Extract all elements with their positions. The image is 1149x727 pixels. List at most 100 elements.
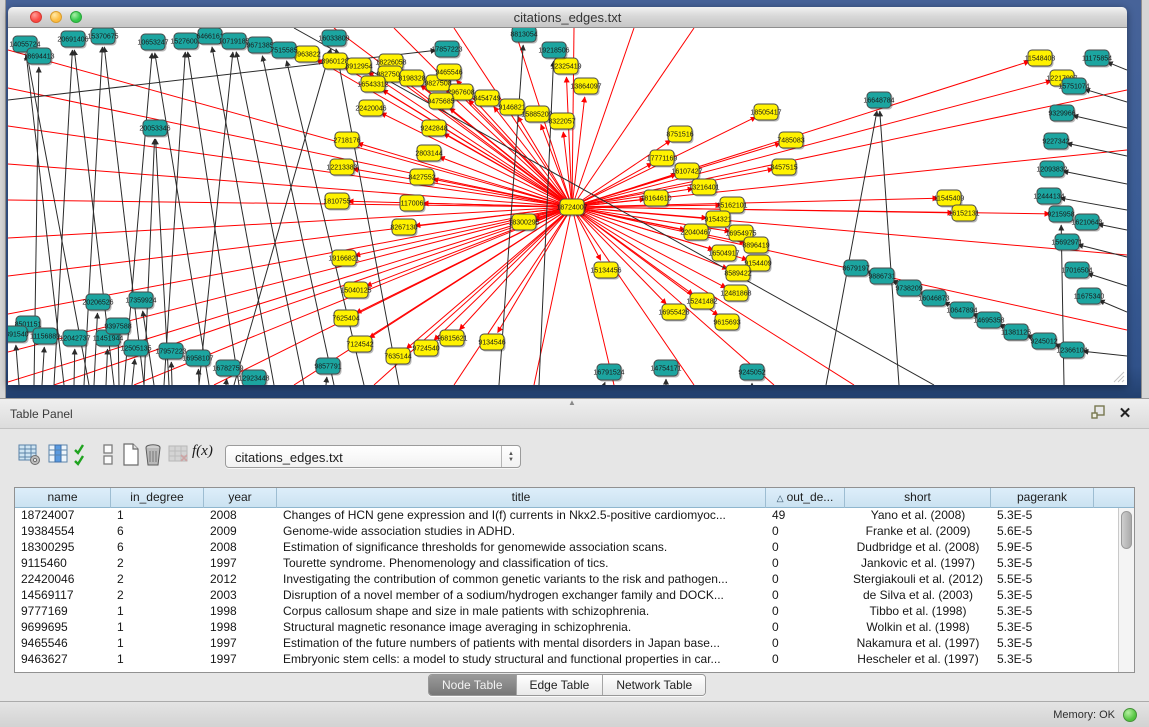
graph-node[interactable]: 17016504 — [1061, 262, 1092, 280]
tab-node-table[interactable]: Node Table — [429, 675, 517, 695]
graph-node[interactable]: 14695358 — [973, 312, 1004, 330]
column-header-pagerank[interactable]: pagerank — [991, 488, 1094, 508]
graph-node[interactable]: 15370675 — [87, 28, 118, 46]
graph-node[interactable]: 7124542 — [346, 336, 373, 354]
tab-network-table[interactable]: Network Table — [603, 675, 705, 695]
graph-node[interactable]: 9242848 — [420, 120, 447, 138]
graph-node[interactable]: 18724007 — [556, 199, 587, 217]
graph-node[interactable]: 16210643 — [1071, 214, 1102, 232]
table-row[interactable]: 1938455462009Genome-wide association stu… — [15, 524, 1118, 540]
graph-node[interactable]: 16815621 — [436, 330, 467, 348]
graph-node[interactable]: 7515585 — [270, 42, 297, 60]
graph-node[interactable]: 18694413 — [23, 48, 54, 66]
graph-node[interactable]: 16504917 — [708, 245, 739, 263]
graph-node[interactable]: 19218506 — [538, 42, 569, 60]
graph-node[interactable]: 8896419 — [742, 237, 769, 255]
graph-node[interactable]: 16543312 — [357, 76, 388, 94]
graph-node[interactable]: 8912954 — [345, 58, 372, 76]
table-panel-header[interactable]: ▲ Table Panel ✕ — [0, 399, 1149, 429]
graph-node[interactable]: 16107427 — [671, 163, 702, 181]
graph-node[interactable]: 15751074 — [1058, 78, 1089, 96]
graph-node[interactable]: 16046873 — [918, 290, 949, 308]
graph-node[interactable]: 9465546 — [435, 64, 462, 82]
graph-node[interactable]: 15134456 — [590, 262, 621, 280]
graph-node[interactable]: 15692971 — [1051, 234, 1082, 252]
graph-node[interactable]: 2803144 — [415, 145, 442, 163]
table-row[interactable]: 946362711997Embryonic stem cells: a mode… — [15, 652, 1118, 668]
graph-node[interactable]: 12093832 — [1036, 161, 1067, 179]
graph-node[interactable]: 16958107 — [182, 350, 213, 368]
graph-node[interactable]: 20053346 — [139, 120, 170, 138]
graph-node[interactable]: 9886731 — [868, 268, 895, 286]
column-header-short[interactable]: short — [845, 488, 991, 508]
graph-node[interactable]: 7625404 — [332, 310, 359, 328]
graph-node[interactable]: 9329966 — [1048, 105, 1075, 123]
graph-node[interactable]: 8198328 — [398, 70, 425, 88]
graph-node[interactable]: 17857223 — [431, 41, 462, 59]
graph-node[interactable]: 16033809 — [318, 30, 349, 48]
graph-node[interactable]: 12505135 — [120, 340, 151, 358]
table-row[interactable]: 2242004622012Investigating the contribut… — [15, 572, 1118, 588]
graph-node[interactable]: 8267130 — [390, 219, 417, 237]
graph-node[interactable]: 22040467 — [680, 224, 711, 242]
scrollbar-thumb[interactable] — [1121, 511, 1132, 549]
graph-node[interactable]: 9397588 — [104, 318, 131, 336]
graph-node[interactable]: 8427552 — [408, 169, 435, 187]
graph-node[interactable]: 12325419 — [550, 58, 581, 76]
graph-node[interactable]: 2718176 — [333, 132, 360, 150]
graph-node[interactable]: 19166821 — [328, 250, 359, 268]
graph-node[interactable]: 15040125 — [340, 282, 371, 300]
select-rows-icon[interactable] — [70, 441, 96, 469]
graph-node[interactable]: 9245012 — [1030, 333, 1057, 351]
table-settings-icon[interactable] — [16, 441, 42, 469]
graph-node[interactable]: 8751516 — [666, 126, 693, 144]
window-titlebar[interactable]: citations_edges.txt — [8, 7, 1127, 28]
graph-node[interactable]: 13216401 — [688, 179, 719, 197]
graph-node[interactable]: 18505417 — [750, 104, 781, 122]
graph-node[interactable]: 20206526 — [82, 294, 113, 312]
table-row[interactable]: 977716911998Corpus callosum shape and si… — [15, 604, 1118, 620]
graph-node[interactable]: 16955428 — [658, 304, 689, 322]
graph-node[interactable]: 9227342 — [1042, 133, 1069, 151]
graph-node[interactable]: 8589422 — [724, 265, 751, 283]
graph-node[interactable]: 9857791 — [314, 358, 341, 376]
table-row[interactable]: 1872400712008Changes of HCN gene express… — [15, 508, 1118, 524]
graph-node[interactable]: 1810755 — [323, 193, 350, 211]
graph-node[interactable]: 7635144 — [384, 348, 411, 366]
network-canvas[interactable]: 1872400779638228960128891295418226058982… — [8, 28, 1127, 385]
graph-node[interactable]: 11156889 — [30, 328, 60, 346]
resize-grip-icon[interactable] — [1113, 371, 1125, 383]
graph-node[interactable]: 13864097 — [570, 78, 601, 96]
table-row[interactable]: 1830029562008Estimation of significance … — [15, 540, 1118, 556]
graph-node[interactable]: 11675340 — [1074, 288, 1105, 306]
graph-node[interactable]: 9154321 — [704, 211, 731, 229]
graph-node[interactable]: 12444134 — [1033, 188, 1064, 206]
graph-node[interactable]: 22420046 — [355, 100, 386, 118]
column-header-in_degree[interactable]: in_degree — [111, 488, 204, 508]
graph-node[interactable]: 9134546 — [478, 334, 505, 352]
close-panel-icon[interactable]: ✕ — [1115, 404, 1135, 424]
function-builder-icon[interactable]: f(x) — [192, 443, 218, 471]
graph-node[interactable]: 12923448 — [238, 370, 269, 385]
graph-node[interactable]: 14754171 — [650, 360, 681, 378]
graph-node[interactable]: 16791524 — [593, 364, 624, 382]
column-header-out_de[interactable]: △out_de... — [766, 488, 845, 508]
graph-node[interactable]: 18300295 — [508, 214, 539, 232]
graph-node[interactable]: 11381126 — [1001, 324, 1031, 342]
float-panel-icon[interactable] — [1089, 404, 1109, 424]
table-selector-dropdown[interactable]: citations_edges.txt ▲▼ — [225, 445, 521, 468]
graph-node[interactable]: 12481868 — [720, 285, 751, 303]
table-row[interactable]: 946554611997Estimation of the future num… — [15, 636, 1118, 652]
column-header-title[interactable]: title — [277, 488, 766, 508]
table-row[interactable]: 1456911722003Disruption of a novel membe… — [15, 588, 1118, 604]
graph-node[interactable]: 9615693 — [713, 314, 740, 332]
graph-node[interactable]: 12366104 — [1056, 342, 1087, 360]
table-row[interactable]: 969969511998Structural magnetic resonanc… — [15, 620, 1118, 636]
graph-node[interactable]: 12213383 — [326, 159, 357, 177]
graph-node[interactable]: 17771169 — [647, 150, 678, 168]
graph-node[interactable]: 9724540 — [412, 340, 439, 358]
splitter-grip-icon[interactable]: ▲ — [568, 398, 576, 407]
show-columns-icon[interactable] — [45, 441, 71, 469]
graph-node[interactable]: 8454749 — [473, 90, 500, 108]
graph-node[interactable]: 8813054 — [510, 28, 537, 44]
